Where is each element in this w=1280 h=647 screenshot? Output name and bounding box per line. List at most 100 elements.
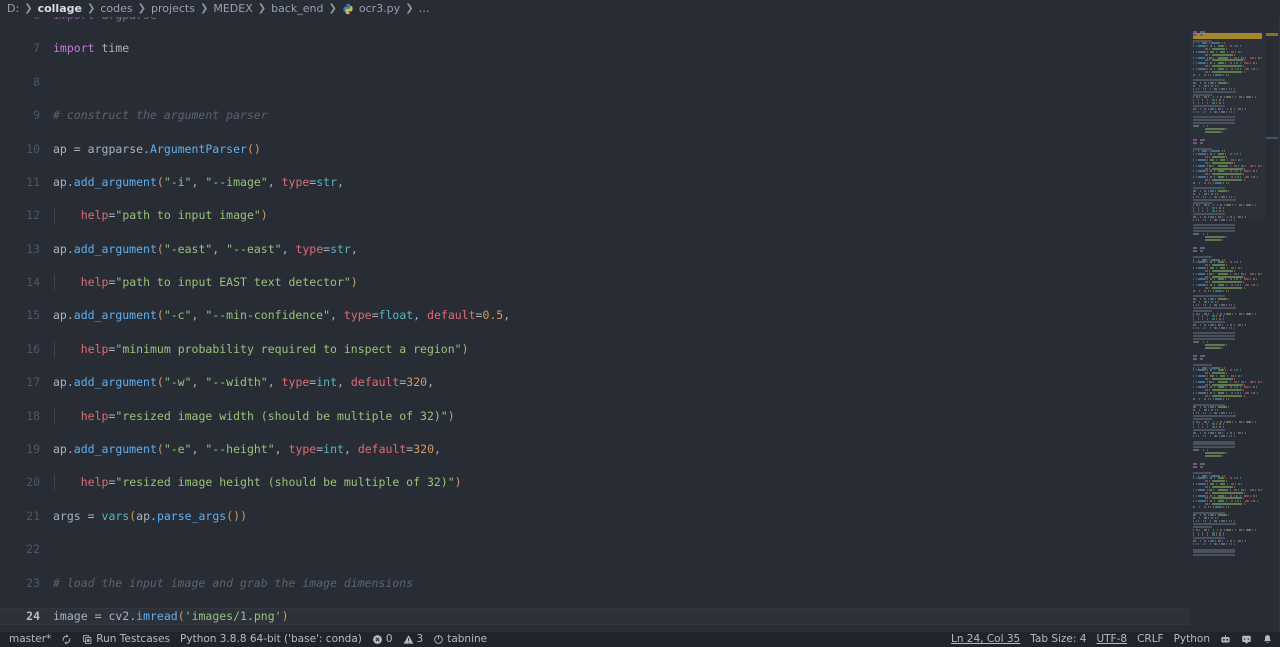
minimap-token xyxy=(1218,207,1222,210)
minimap-token xyxy=(1198,304,1199,306)
minimap-gap xyxy=(1199,276,1200,278)
status-bar-item-warnings[interactable]: 3 xyxy=(398,632,429,647)
minimap-token xyxy=(1203,181,1207,184)
minimap-token xyxy=(1217,82,1227,85)
minimap-token xyxy=(1222,102,1224,105)
code-line[interactable]: 20 help="resized image height (should be… xyxy=(0,474,1190,492)
status-bar-item-language-mode[interactable]: Python xyxy=(1169,632,1215,647)
minimap-token xyxy=(1218,434,1220,437)
minimap-token xyxy=(1195,96,1198,99)
minimap-token xyxy=(1254,528,1256,531)
minimap-gap xyxy=(1236,540,1237,542)
breadcrumb-item-collage[interactable]: collage xyxy=(37,2,83,15)
minimap-gap xyxy=(1200,426,1201,428)
code-line[interactable]: 18 help="resized image width (should be … xyxy=(0,407,1190,425)
minimap-gap xyxy=(1201,378,1202,380)
code-editor[interactable]: 6import argparse 7import time 8 9# construc… xyxy=(0,17,1190,632)
code-line[interactable]: 15 ap.add_argument("-c", "--min-confidenc… xyxy=(0,307,1190,324)
minimap-token xyxy=(1198,477,1206,480)
status-bar-item-feedback[interactable] xyxy=(1236,632,1257,647)
minimap-line xyxy=(1193,39,1262,42)
code-line[interactable]: 14 help="path to input EAST text detecto… xyxy=(0,274,1190,291)
status-bar-item-cursor-position[interactable]: Ln 24, Col 35 xyxy=(946,632,1025,647)
code-line[interactable]: 21 args = vars(ap.parse_args()) xyxy=(0,508,1190,525)
status-bar-item-live-share[interactable] xyxy=(1215,632,1236,647)
minimap-line xyxy=(1193,153,1262,156)
minimap-token xyxy=(1193,355,1197,358)
minimap-token xyxy=(1252,528,1254,531)
code-line[interactable]: 22 xyxy=(0,541,1190,558)
minimap-token xyxy=(1207,107,1209,110)
breadcrumb-item-projects[interactable]: projects xyxy=(150,2,196,15)
minimap-line xyxy=(1193,534,1262,537)
status-bar-item-eol[interactable]: CRLF xyxy=(1132,632,1169,647)
breadcrumb-item-codes[interactable]: codes xyxy=(99,2,133,15)
minimap-token xyxy=(1207,215,1209,218)
minimap-gap xyxy=(1201,503,1202,505)
code-line[interactable]: 23 # load the input image and grab the im… xyxy=(0,575,1190,592)
minimap[interactable] xyxy=(1190,17,1266,632)
status-bar-item-notifications[interactable] xyxy=(1257,632,1278,647)
code-line[interactable]: 19 ap.add_argument("-e", "--height", type… xyxy=(0,441,1190,458)
minimap-token xyxy=(1249,272,1254,275)
minimap-gap xyxy=(1216,57,1217,59)
minimap-token xyxy=(1193,477,1195,480)
code-line[interactable]: 9 # construct the argument parser xyxy=(0,107,1190,124)
status-bar-item-run-testcases[interactable]: Run Testcases xyxy=(77,632,175,647)
code-line[interactable]: 6import argparse xyxy=(0,17,1190,24)
code-line[interactable]: 17 ap.add_argument("-w", "--width", type=… xyxy=(0,374,1190,391)
minimap-token xyxy=(1217,517,1219,520)
minimap-token xyxy=(1222,99,1224,102)
code-line[interactable]: 13 ap.add_argument("-east", "--east", typ… xyxy=(0,241,1190,258)
status-bar-item-tab-size[interactable]: Tab Size: 4 xyxy=(1025,632,1091,647)
minimap-token xyxy=(1198,284,1206,287)
minimap-gap xyxy=(1201,48,1202,50)
minimap-indent xyxy=(1193,287,1195,289)
breadcrumb-item-backend[interactable]: back_end xyxy=(270,2,324,15)
code-line[interactable]: 7 import time xyxy=(0,40,1190,57)
minimap-token xyxy=(1193,164,1195,167)
minimap-token xyxy=(1193,326,1194,329)
minimap-token xyxy=(1236,261,1239,264)
minimap-token xyxy=(1207,298,1209,301)
overview-ruler[interactable] xyxy=(1266,17,1280,632)
minimap-gap xyxy=(1202,85,1203,87)
status-bar-item-encoding[interactable]: UTF-8 xyxy=(1091,632,1132,647)
minimap-token xyxy=(1193,534,1195,537)
status-bar-item-tabnine[interactable]: tabnine xyxy=(428,632,492,647)
minimap-token xyxy=(1229,477,1233,480)
minimap-gap xyxy=(1203,239,1204,241)
code-line[interactable]: 11 ap.add_argument("-i", "--image", type=… xyxy=(0,174,1190,191)
minimap-token xyxy=(1207,423,1209,426)
code-line[interactable]: 12 help="path to input image") xyxy=(0,207,1190,224)
code-line[interactable]: 24 image = cv2.imread('images/1.png') xyxy=(0,607,1190,625)
code-line[interactable]: 10 ap = argparse.ArgumentParser() xyxy=(0,141,1190,158)
minimap-token xyxy=(1205,281,1208,284)
status-bar-item-sync[interactable] xyxy=(56,632,77,647)
minimap-token xyxy=(1224,366,1226,369)
minimap-token xyxy=(1204,298,1207,301)
minimap-line xyxy=(1193,414,1262,417)
minimap-line xyxy=(1193,323,1262,326)
minimap-token xyxy=(1216,423,1218,426)
breadcrumb-item-d[interactable]: D: xyxy=(6,2,20,15)
status-bar-item-errors[interactable]: 0 xyxy=(367,632,398,647)
minimap-token xyxy=(1257,488,1260,491)
breadcrumb-item-medex[interactable]: MEDEX xyxy=(212,2,253,15)
minimap-token xyxy=(1210,431,1214,434)
minimap-line xyxy=(1193,517,1262,520)
minimap-line xyxy=(1193,514,1262,517)
minimap-token xyxy=(1238,107,1241,110)
breadcrumb-item-[interactable]: … xyxy=(418,2,431,15)
minimap-gap xyxy=(1218,483,1219,485)
code-line[interactable]: 16 help="minimum probability required to… xyxy=(0,340,1190,358)
status-bar-item-branch[interactable]: master* xyxy=(4,632,56,647)
status-bar-item-python-interpreter[interactable]: Python 3.8.8 64-bit ('base': conda) xyxy=(175,632,367,647)
code-line[interactable]: 8 xyxy=(0,74,1190,91)
minimap-token xyxy=(1252,62,1255,65)
minimap-indent xyxy=(1193,54,1195,56)
minimap-token xyxy=(1229,272,1231,275)
breadcrumb-item-ocr3py[interactable]: ocr3.py xyxy=(341,2,401,15)
minimap-token xyxy=(1236,477,1239,480)
warning-icon xyxy=(403,635,413,644)
